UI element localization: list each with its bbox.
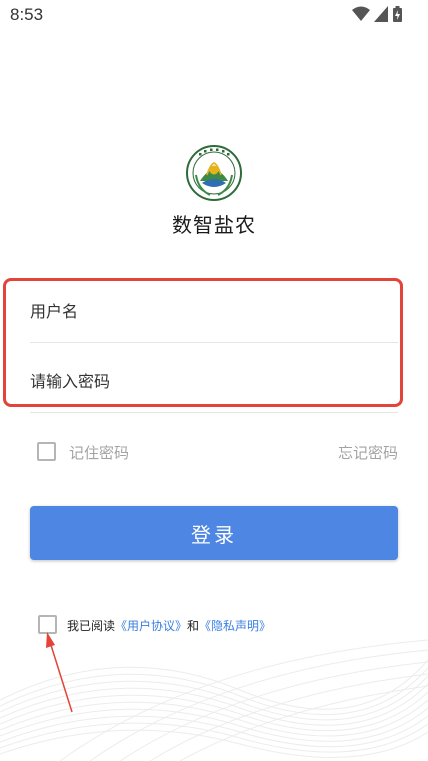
remember-password-checkbox[interactable] [37,442,56,461]
privacy-policy-link[interactable]: 《隐私声明》 [199,619,271,633]
agreement-prefix: 我已阅读 [67,619,116,633]
password-field[interactable] [30,343,398,413]
username-field[interactable] [30,273,398,343]
login-button[interactable]: 登录 [30,506,398,560]
status-time: 8:53 [10,5,44,24]
forgot-password-link[interactable]: 忘记密码 [338,442,398,463]
agreement-row: 我已阅读《用户协议》和《隐私声明》 [38,614,398,636]
password-input[interactable] [30,366,398,396]
agreement-conjunction: 和 [187,619,200,633]
app-name: 数智盐农 [172,213,256,237]
remember-row: 记住密码 忘记密码 [37,441,398,463]
status-bar: 8:53 [0,0,428,32]
battery-charging-icon [393,6,402,22]
username-input[interactable] [30,296,398,326]
wifi-icon [352,6,370,21]
school-emblem-icon [186,145,242,201]
agreement-text: 我已阅读《用户协议》和《隐私声明》 [67,617,271,634]
agreement-checkbox[interactable] [38,615,57,634]
remember-password-label[interactable]: 记住密码 [69,442,129,463]
user-agreement-link[interactable]: 《用户协议》 [115,619,187,633]
cellular-signal-icon [374,6,388,22]
